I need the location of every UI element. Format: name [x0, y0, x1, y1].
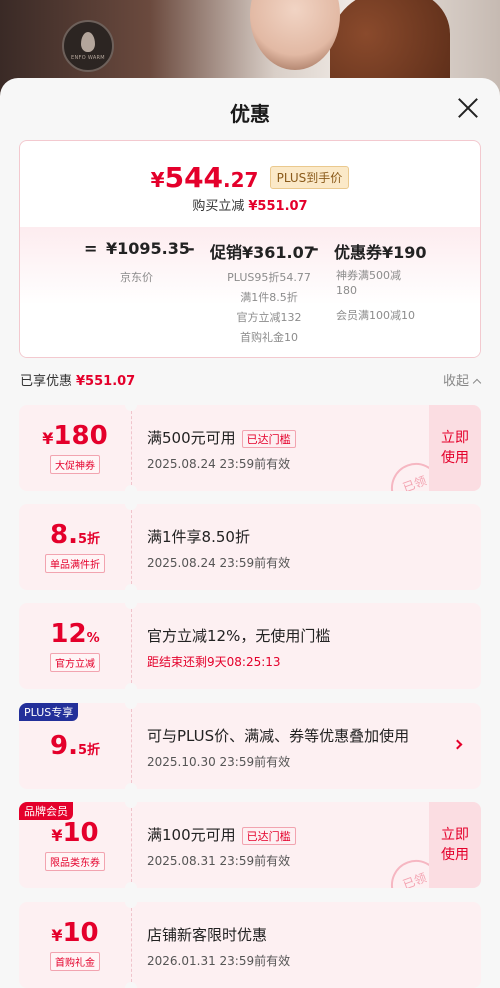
- jd-price-label: 京东价: [120, 271, 153, 284]
- coupon-card[interactable]: 12% 官方立减 官方立减12%，无使用门槛 距结束还剩9天08:25:13: [19, 603, 481, 689]
- coupon-type-tag: 大促神券: [50, 454, 100, 474]
- coupon-validity: 2025.08.24 23:59前有效: [147, 556, 291, 570]
- coupon-title: 官方立减12%，无使用门槛: [147, 627, 331, 645]
- use-now-button[interactable]: 立即使用: [429, 802, 481, 888]
- coupon-validity: 2026.01.31 23:59前有效: [147, 954, 291, 968]
- chevron-right-icon[interactable]: [452, 739, 463, 750]
- coupon-card[interactable]: ¥180 大促神券 满500元可用 已达门槛 2025.08.24 23:59前有…: [19, 405, 481, 491]
- coupon-amount: 8.5折: [49, 519, 100, 550]
- coupon-type-tag: 首购礼金: [50, 951, 100, 971]
- coupon-validity: 2025.08.31 23:59前有效: [147, 854, 291, 868]
- coupon-validity: 2025.10.30 23:59前有效: [147, 755, 291, 769]
- brand-logo: ENFO WARM: [62, 20, 114, 72]
- photo-face: [250, 0, 340, 70]
- threshold-reached-tag: 已达门槛: [241, 429, 296, 448]
- coupon-title: 可与PLUS价、满减、券等优惠叠加使用: [147, 727, 410, 745]
- brand-logo-text: ENFO WARM: [71, 54, 105, 61]
- coupon-amount: ¥10: [51, 917, 99, 948]
- coupon-card[interactable]: 8.5折 单品满件折 满1件享8.50折 2025.08.24 23:59前有效: [19, 504, 481, 590]
- chevron-up-icon: [472, 378, 482, 388]
- coupon-card[interactable]: 品牌会员 ¥10 限品类东券 满100元可用 已达门槛 2025.08.31 23…: [19, 802, 481, 888]
- coupon-breakdown: 神券满500减 180 会员满100减10: [336, 269, 415, 322]
- threshold-reached-tag: 已达门槛: [241, 826, 296, 845]
- purchase-discount: 购买立减 ¥551.07: [192, 199, 308, 214]
- final-price: ¥544.27: [150, 161, 259, 194]
- flame-icon: [81, 31, 95, 52]
- coupon-countdown: 距结束还剩9天08:25:13: [147, 655, 281, 669]
- close-icon[interactable]: [456, 96, 480, 120]
- coupon-card[interactable]: ¥10 首购礼金 店铺新客限时优惠 2026.01.31 23:59前有效: [19, 902, 481, 988]
- coupon-type-tag: 官方立减: [50, 652, 100, 672]
- coupon-amount: ¥180: [42, 420, 108, 451]
- coupon-title: 店铺新客限时优惠: [147, 926, 268, 944]
- promo-breakdown: PLUS95折54.77 满1件8.5折 官方立减132 首购礼金10: [227, 271, 311, 344]
- sheet-title: 优惠: [230, 102, 270, 126]
- coupon-total: 优惠券¥190: [334, 243, 427, 262]
- discount-sheet: 优惠 ¥544.27 PLUS到手价 购买立减 ¥551.07 = ¥1095.3…: [0, 78, 500, 988]
- coupon-type-tag: 限品类东券: [45, 851, 105, 871]
- coupon-validity: 2025.08.24 23:59前有效: [147, 457, 291, 471]
- collapse-toggle[interactable]: 收起: [443, 370, 482, 389]
- coupon-title: 满100元可用 已达门槛: [147, 824, 296, 845]
- price-formula: = ¥1095.35 - 促销¥361.07 - 优惠券¥190: [84, 239, 427, 262]
- coupon-amount: 12%: [50, 618, 100, 649]
- coupon-title: 满1件享8.50折: [147, 528, 250, 546]
- price-summary-card: ¥544.27 PLUS到手价 购买立减 ¥551.07 = ¥1095.35 -…: [19, 140, 481, 358]
- use-now-button[interactable]: 立即使用: [429, 405, 481, 491]
- coupon-title: 满500元可用 已达门槛: [147, 427, 296, 448]
- jd-price: ¥1095.35: [106, 239, 191, 258]
- coupon-card[interactable]: PLUS专享 9.5折 可与PLUS价、满减、券等优惠叠加使用 2025.10.…: [19, 703, 481, 789]
- coupon-type-tag: 单品满件折: [45, 553, 105, 573]
- coupon-amount: ¥10: [51, 817, 99, 848]
- enjoyed-discount-row: 已享优惠 ¥551.07 收起: [20, 370, 482, 390]
- promo-total: 促销¥361.07: [210, 243, 315, 262]
- plus-price-tag: PLUS到手价: [269, 166, 350, 189]
- coupon-amount: 9.5折: [49, 731, 100, 761]
